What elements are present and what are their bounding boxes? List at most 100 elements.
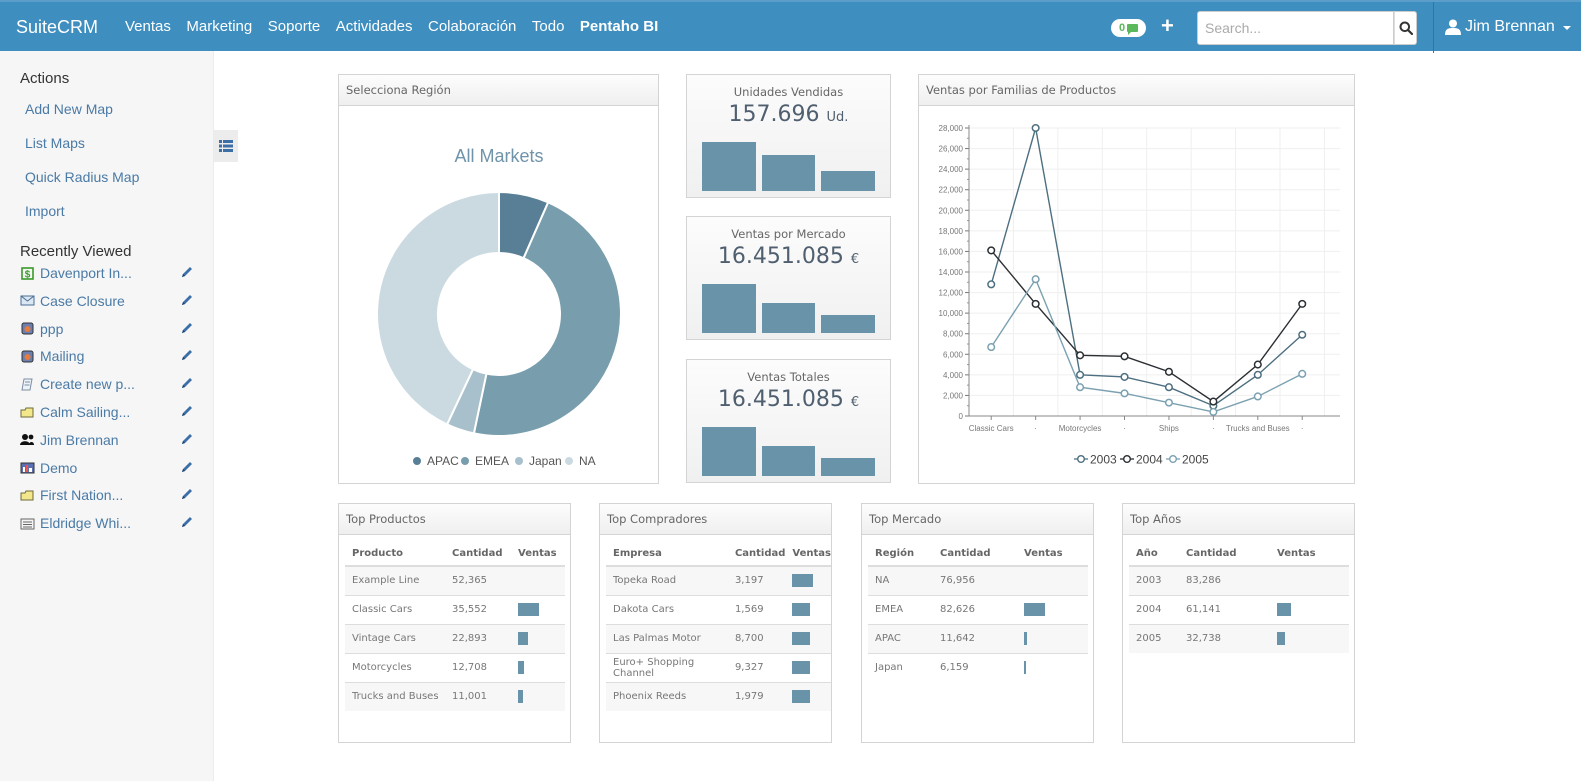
recent-item-label[interactable]: First Nation... [40, 487, 123, 503]
table-row[interactable]: Las Palmas Motor 8,700 [606, 623, 831, 653]
data-point-2004[interactable] [1298, 299, 1307, 308]
edit-pencil-icon[interactable] [180, 348, 194, 362]
data-point-2004[interactable] [1253, 360, 1262, 369]
table-row[interactable]: Phoenix Reeds 1,979 [606, 681, 831, 711]
recent-item[interactable]: $ Davenport In... [20, 263, 200, 283]
table-row[interactable]: 2003 83,286 [1129, 565, 1349, 595]
data-point-2003[interactable] [1164, 383, 1173, 392]
recent-item[interactable]: Jim Brennan [20, 430, 200, 450]
column-header[interactable]: Ventas [511, 542, 565, 567]
sidebar-toggle-button[interactable] [214, 130, 238, 162]
table-row[interactable]: EMEA 82,626 [868, 594, 1088, 624]
data-point-2004[interactable] [987, 246, 996, 255]
action-quick-radius-map[interactable]: Quick Radius Map [25, 169, 139, 185]
kpi-bar[interactable] [702, 142, 756, 191]
recent-item-label[interactable]: Mailing [40, 348, 84, 364]
table-row[interactable]: Topeka Road 3,197 [606, 565, 831, 595]
legend-label[interactable]: Japan [529, 454, 562, 468]
table-row[interactable]: 2004 61,141 [1129, 594, 1349, 624]
column-header[interactable]: Región [868, 542, 933, 567]
table-row[interactable]: Motorcycles 12,708 [345, 652, 565, 682]
table-row[interactable]: Dakota Cars 1,569 [606, 594, 831, 624]
recent-item-label[interactable]: ppp [40, 321, 63, 337]
kpi-bar[interactable] [761, 446, 816, 476]
edit-pencil-icon[interactable] [180, 404, 194, 418]
recent-item[interactable]: Mailing [20, 346, 200, 366]
recent-item-label[interactable]: Davenport In... [40, 265, 132, 281]
data-point-2005[interactable] [987, 343, 996, 352]
data-point-2004[interactable] [1031, 299, 1040, 308]
recent-item-label[interactable]: Case Closure [40, 293, 125, 309]
data-point-2005[interactable] [1253, 392, 1262, 401]
recent-item[interactable]: Create new p... [20, 374, 200, 394]
kpi-bar[interactable] [821, 458, 876, 476]
data-point-2005[interactable] [1298, 369, 1307, 378]
edit-pencil-icon[interactable] [180, 515, 194, 529]
table-row[interactable]: Classic Cars 35,552 [345, 594, 565, 624]
data-point-2003[interactable] [1031, 123, 1040, 133]
recent-item-label[interactable]: Demo [40, 460, 77, 476]
recent-item[interactable]: Demo [20, 458, 200, 478]
data-point-2003[interactable] [1253, 370, 1262, 379]
search-input[interactable] [1197, 11, 1394, 45]
legend-label[interactable]: NA [579, 454, 596, 468]
recent-item[interactable]: ppp [20, 319, 200, 339]
edit-pencil-icon[interactable] [180, 321, 194, 335]
nav-ventas[interactable]: Ventas [125, 18, 171, 35]
recent-item[interactable]: Case Closure [20, 291, 200, 311]
legend-item-2004[interactable]: 2004 [1120, 453, 1163, 467]
column-header[interactable]: Cantidad [727, 542, 786, 567]
column-header[interactable]: Producto [345, 542, 445, 567]
action-add-new-map[interactable]: Add New Map [25, 101, 113, 117]
column-header[interactable]: Año [1129, 542, 1179, 567]
edit-pencil-icon[interactable] [180, 432, 194, 446]
brand-logo[interactable]: SuiteCRM [16, 17, 98, 38]
recent-item-label[interactable]: Jim Brennan [40, 432, 119, 448]
column-header[interactable]: Ventas [1270, 542, 1349, 567]
data-point-2003[interactable] [1076, 370, 1085, 379]
data-point-2003[interactable] [1298, 330, 1307, 339]
kpi-bar[interactable] [821, 170, 876, 191]
kpi-bar[interactable] [761, 155, 816, 191]
nav-soporte[interactable]: Soporte [268, 18, 321, 35]
table-row[interactable]: Euro+ Shopping Channel 9,327 [606, 652, 831, 682]
data-point-2005[interactable] [1209, 407, 1218, 416]
nav-pentaho-bi[interactable]: Pentaho BI [580, 18, 658, 35]
nav-colaboracion[interactable]: Colaboración [428, 18, 516, 35]
column-header[interactable]: Empresa [606, 542, 728, 567]
notifications-button[interactable]: 0 [1111, 19, 1146, 37]
kpi-bar[interactable] [821, 315, 876, 333]
table-row[interactable]: Vintage Cars 22,893 [345, 623, 565, 653]
column-header[interactable]: Ventas [1017, 542, 1088, 567]
data-point-2005[interactable] [1031, 275, 1040, 284]
table-row[interactable]: Trucks and Buses 11,001 [345, 681, 565, 711]
quick-create-plus-icon[interactable]: + [1161, 13, 1174, 39]
data-point-2005[interactable] [1076, 383, 1085, 392]
column-header[interactable]: Cantidad [445, 542, 511, 567]
edit-pencil-icon[interactable] [180, 265, 194, 279]
table-row[interactable]: APAC 11,642 [868, 623, 1088, 653]
user-menu[interactable]: Jim Brennan [1445, 18, 1571, 36]
legend-item-2003[interactable]: 2003 [1074, 453, 1117, 467]
edit-pencil-icon[interactable] [180, 460, 194, 474]
data-point-2005[interactable] [1120, 389, 1129, 398]
data-point-2004[interactable] [1209, 397, 1218, 406]
data-point-2004[interactable] [1164, 367, 1173, 376]
nav-todo[interactable]: Todo [532, 18, 565, 35]
action-import[interactable]: Import [25, 203, 65, 219]
action-list-maps[interactable]: List Maps [25, 135, 85, 151]
recent-item[interactable]: Calm Sailing... [20, 402, 200, 422]
column-header[interactable]: Ventas [785, 542, 831, 567]
column-header[interactable]: Cantidad [1179, 542, 1270, 567]
column-header[interactable]: Cantidad [933, 542, 1017, 567]
legend-item-2005[interactable]: 2005 [1166, 453, 1209, 467]
data-point-2005[interactable] [1164, 398, 1173, 407]
nav-marketing[interactable]: Marketing [186, 18, 252, 35]
table-row[interactable]: Example Line 52,365 [345, 565, 565, 595]
table-row[interactable]: 2005 32,738 [1129, 623, 1349, 653]
recent-item-label[interactable]: Calm Sailing... [40, 404, 130, 420]
recent-item-label[interactable]: Eldridge Whi... [40, 515, 131, 531]
kpi-bar[interactable] [702, 427, 756, 476]
nav-actividades[interactable]: Actividades [336, 18, 413, 35]
edit-pencil-icon[interactable] [180, 376, 194, 390]
